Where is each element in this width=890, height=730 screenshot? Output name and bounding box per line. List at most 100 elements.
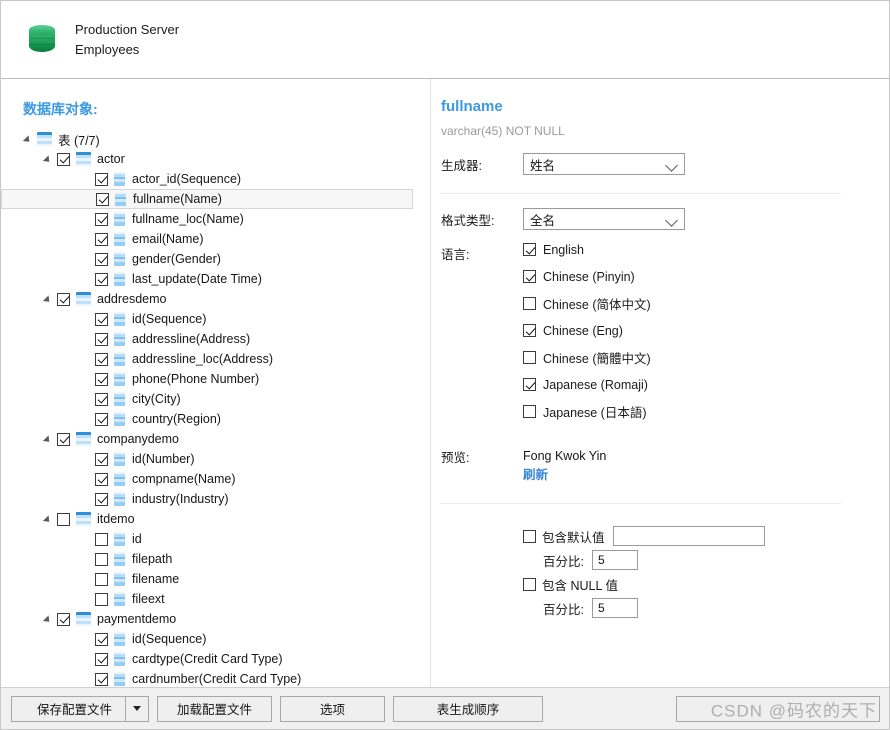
generate-data-dialog: Production Server Employees 数据库对象: 表 (7/… <box>0 0 890 730</box>
tree-row-checkbox[interactable] <box>95 633 108 646</box>
tree-spacer <box>81 273 93 285</box>
tree-row-checkbox[interactable] <box>95 653 108 666</box>
language-checkbox[interactable] <box>523 324 536 337</box>
tree-row[interactable]: filename <box>1 569 430 589</box>
language-option[interactable]: Chinese (簡體中文) <box>441 344 889 371</box>
table-order-button[interactable]: 表生成顺序 <box>393 696 543 722</box>
language-option[interactable]: Japanese (Romaji) <box>441 371 889 398</box>
tree-row[interactable]: filepath <box>1 549 430 569</box>
tree-row-checkbox[interactable] <box>95 173 108 186</box>
default-percent-input[interactable] <box>592 550 638 570</box>
include-null-checkbox[interactable] <box>523 578 536 591</box>
tree-row[interactable]: fullname(Name) <box>1 189 413 209</box>
save-profile-dropdown[interactable] <box>126 706 148 711</box>
tree-row[interactable]: id(Number) <box>1 449 430 469</box>
tree-row[interactable]: addressline(Address) <box>1 329 430 349</box>
language-checkbox[interactable] <box>523 405 536 418</box>
language-checkbox[interactable] <box>523 378 536 391</box>
language-option[interactable]: Chinese (Eng) <box>441 317 889 344</box>
save-profile-button[interactable]: 保存配置文件 <box>11 696 149 722</box>
tree-row-checkbox[interactable] <box>95 393 108 406</box>
tree-row-checkbox[interactable] <box>57 613 70 626</box>
expand-arrow-icon[interactable] <box>43 293 55 305</box>
tree-row[interactable]: gender(Gender) <box>1 249 430 269</box>
language-option[interactable]: Japanese (日本語) <box>441 398 889 425</box>
tree-row[interactable]: id <box>1 529 430 549</box>
tree-spacer <box>81 553 93 565</box>
field-type-text: varchar(45) NOT NULL <box>441 123 889 139</box>
tree-row-checkbox[interactable] <box>95 233 108 246</box>
tree-row-checkbox[interactable] <box>95 273 108 286</box>
tree-row-checkbox[interactable] <box>95 473 108 486</box>
tree-row[interactable]: fileext <box>1 589 430 609</box>
tree-row[interactable]: actor <box>1 149 430 169</box>
tree-row[interactable]: addresdemo <box>1 289 430 309</box>
tree-row-label: country(Region) <box>132 412 221 426</box>
tree-row-checkbox[interactable] <box>95 453 108 466</box>
tree-row[interactable]: last_update(Date Time) <box>1 269 430 289</box>
tree-row-checkbox[interactable] <box>95 573 108 586</box>
footer-right-button[interactable] <box>676 696 880 722</box>
tree-row[interactable]: paymentdemo <box>1 609 430 629</box>
tree-row-checkbox[interactable] <box>95 253 108 266</box>
expand-arrow-icon[interactable] <box>43 613 55 625</box>
tree-row[interactable]: city(City) <box>1 389 430 409</box>
language-checkbox[interactable] <box>523 243 536 256</box>
expand-arrow-icon[interactable] <box>43 513 55 525</box>
tree-row-checkbox[interactable] <box>95 213 108 226</box>
tree-row-label: 表 (7/7) <box>58 130 100 149</box>
tree-row-label: addressline_loc(Address) <box>132 352 273 366</box>
tree-row-checkbox[interactable] <box>57 293 70 306</box>
tree-row[interactable]: addressline_loc(Address) <box>1 349 430 369</box>
tree-row-checkbox[interactable] <box>95 593 108 606</box>
expand-arrow-icon[interactable] <box>43 433 55 445</box>
tree-row[interactable]: id(Sequence) <box>1 629 430 649</box>
tree-row-checkbox[interactable] <box>95 313 108 326</box>
generator-select[interactable]: 姓名 <box>523 153 685 175</box>
tree-row-checkbox[interactable] <box>57 433 70 446</box>
load-profile-button[interactable]: 加载配置文件 <box>157 696 272 722</box>
tree-row[interactable]: cardtype(Credit Card Type) <box>1 649 430 669</box>
null-percent-input[interactable] <box>592 598 638 618</box>
tree-row-checkbox[interactable] <box>57 153 70 166</box>
tree-row[interactable]: 表 (7/7) <box>1 129 430 149</box>
tree-row[interactable]: fullname_loc(Name) <box>1 209 430 229</box>
language-option[interactable]: Chinese (简体中文) <box>441 290 889 317</box>
tree-row[interactable]: actor_id(Sequence) <box>1 169 430 189</box>
dialog-header: Production Server Employees <box>1 1 889 79</box>
tree-row[interactable]: itdemo <box>1 509 430 529</box>
tree-row[interactable]: country(Region) <box>1 409 430 429</box>
tree-row[interactable]: industry(Industry) <box>1 489 430 509</box>
tree-row[interactable]: id(Sequence) <box>1 309 430 329</box>
tree-row[interactable]: email(Name) <box>1 229 430 249</box>
database-name: Employees <box>75 40 179 60</box>
options-button[interactable]: 选项 <box>280 696 385 722</box>
tree-row-checkbox[interactable] <box>57 513 70 526</box>
tree-row-checkbox[interactable] <box>95 413 108 426</box>
language-checkbox[interactable] <box>523 297 536 310</box>
tree-row[interactable]: cardnumber(Credit Card Type) <box>1 669 430 687</box>
tree-row-checkbox[interactable] <box>95 533 108 546</box>
tree-row[interactable]: companydemo <box>1 429 430 449</box>
tree-row[interactable]: phone(Phone Number) <box>1 369 430 389</box>
tree-row-checkbox[interactable] <box>95 673 108 686</box>
tree-row-checkbox[interactable] <box>95 493 108 506</box>
language-checkbox[interactable] <box>523 351 536 364</box>
database-objects-tree[interactable]: 表 (7/7)actoractor_id(Sequence)fullname(N… <box>1 129 430 687</box>
format-select[interactable]: 全名 <box>523 208 685 230</box>
divider-2 <box>441 503 841 504</box>
tree-row[interactable]: compname(Name) <box>1 469 430 489</box>
language-option[interactable]: Chinese (Pinyin) <box>441 263 889 290</box>
refresh-preview-link[interactable]: 刷新 <box>523 466 606 485</box>
tree-row-label: last_update(Date Time) <box>132 272 262 286</box>
expand-arrow-icon[interactable] <box>23 133 35 145</box>
tree-row-checkbox[interactable] <box>95 373 108 386</box>
default-value-input[interactable] <box>613 526 765 546</box>
include-default-checkbox[interactable] <box>523 530 536 543</box>
expand-arrow-icon[interactable] <box>43 153 55 165</box>
language-checkbox[interactable] <box>523 270 536 283</box>
tree-row-checkbox[interactable] <box>95 333 108 346</box>
tree-row-checkbox[interactable] <box>96 193 109 206</box>
tree-row-checkbox[interactable] <box>95 553 108 566</box>
tree-row-checkbox[interactable] <box>95 353 108 366</box>
